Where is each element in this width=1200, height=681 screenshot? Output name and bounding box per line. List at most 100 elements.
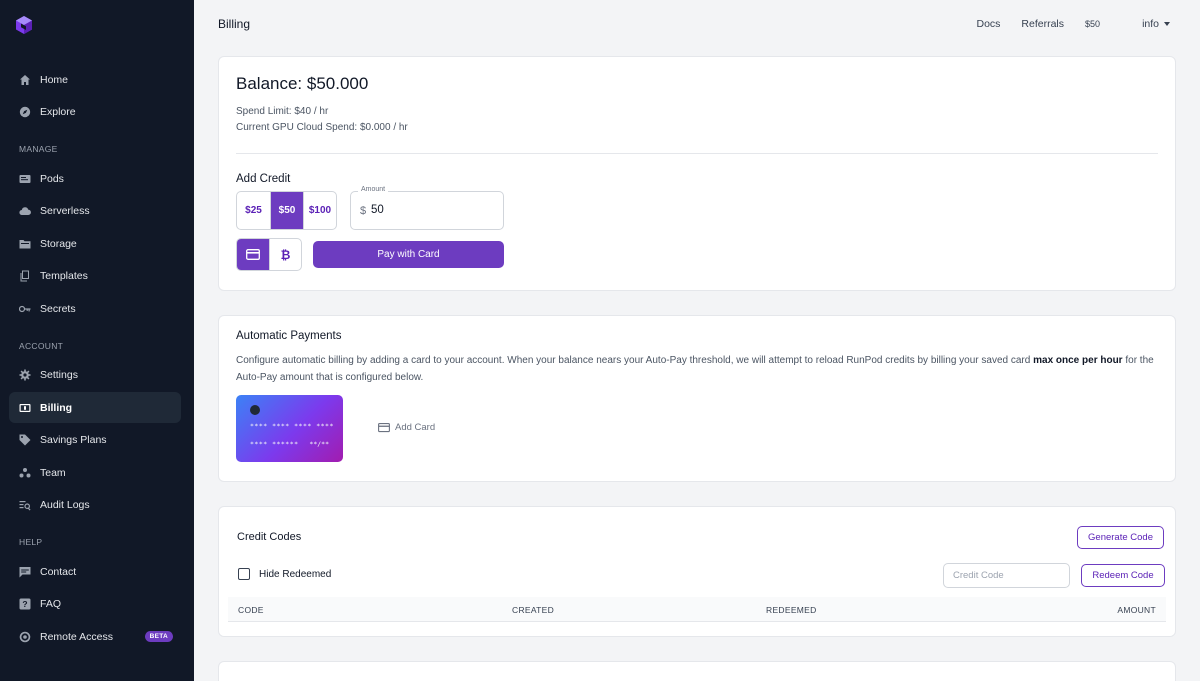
crypto-method-button[interactable]: ₿ bbox=[269, 239, 301, 270]
sidebar-item-explore[interactable]: Explore bbox=[9, 97, 181, 128]
home-icon bbox=[19, 74, 31, 86]
tag-icon bbox=[19, 434, 31, 446]
redeem-code-button[interactable]: Redeem Code bbox=[1081, 564, 1165, 587]
contactless-icon bbox=[250, 405, 260, 415]
sidebar-item-label: Templates bbox=[40, 270, 88, 282]
sidebar-item-label: Team bbox=[40, 466, 66, 479]
chevron-down-icon bbox=[1164, 22, 1170, 27]
folder-icon bbox=[19, 238, 31, 250]
balance-amount: Balance: $50.000 bbox=[236, 74, 369, 93]
sidebar-item-home[interactable]: Home bbox=[9, 64, 181, 95]
chat-icon bbox=[19, 566, 31, 578]
globe-icon bbox=[19, 631, 31, 643]
automatic-payments-description: Configure automatic billing by adding a … bbox=[236, 352, 1156, 386]
sidebar-item-templates[interactable]: Templates bbox=[9, 261, 181, 292]
sidebar-section-manage: MANAGE bbox=[19, 144, 58, 154]
card-number: **** **** **** **** bbox=[250, 422, 334, 430]
add-card-icon bbox=[378, 422, 390, 432]
column-header-amount: AMOUNT bbox=[1117, 605, 1156, 615]
balance-indicator[interactable]: $50 bbox=[1085, 19, 1100, 29]
amount-label: Amount bbox=[358, 186, 389, 193]
next-card bbox=[218, 661, 1176, 681]
sidebar-item-storage[interactable]: Storage bbox=[9, 228, 181, 259]
sidebar-item-label: Storage bbox=[40, 237, 77, 250]
beta-badge: BETA bbox=[144, 631, 173, 642]
billing-icon bbox=[19, 402, 31, 414]
add-card-label: Add Card bbox=[395, 422, 436, 433]
template-icon bbox=[19, 270, 31, 282]
description-text: Configure automatic billing by adding a … bbox=[236, 355, 1034, 366]
user-menu[interactable]: info bbox=[1121, 18, 1170, 30]
sidebar-item-serverless[interactable]: Serverless bbox=[9, 196, 181, 227]
sidebar-item-billing[interactable]: Billing bbox=[9, 392, 181, 423]
sidebar-item-savings-plans[interactable]: Savings Plans bbox=[9, 425, 181, 456]
credit-codes-card: Credit Codes Generate Code Hide Redeemed… bbox=[218, 506, 1176, 637]
sidebar-item-secrets[interactable]: Secrets bbox=[9, 293, 181, 324]
sidebar-item-label: Explore bbox=[40, 106, 76, 118]
column-header-code: CODE bbox=[238, 605, 264, 615]
cloud-icon bbox=[19, 205, 31, 217]
sidebar-item-label: Billing bbox=[40, 401, 73, 414]
divider bbox=[236, 153, 1158, 154]
hide-redeemed-label: Hide Redeemed bbox=[259, 568, 332, 580]
description-emphasis: max once per hour bbox=[1033, 355, 1123, 366]
question-icon: ? bbox=[19, 598, 31, 610]
sidebar-item-label: Serverless bbox=[40, 205, 90, 217]
gpu-cloud-spend: Current GPU Cloud Spend: $0.000 / hr bbox=[236, 122, 408, 133]
sidebar-section-account: ACCOUNT bbox=[19, 340, 64, 351]
sidebar-item-label: Audit Logs bbox=[40, 499, 90, 511]
column-header-created: CREATED bbox=[512, 605, 555, 615]
amount-options: $25 $50 $100 bbox=[236, 191, 337, 230]
sidebar: Home Explore MANAGE Pods Serverless Stor… bbox=[0, 0, 194, 681]
sidebar-item-team[interactable]: Team bbox=[9, 457, 181, 488]
sidebar-nav: Home Explore MANAGE Pods Serverless Stor… bbox=[9, 64, 181, 654]
sidebar-item-label: Secrets bbox=[40, 302, 76, 315]
sidebar-item-label: Savings Plans bbox=[40, 434, 107, 446]
sidebar-item-pods[interactable]: Pods bbox=[9, 163, 181, 194]
payment-method-toggle: ₿ bbox=[236, 238, 302, 271]
credit-codes-table-header: CODE CREATED REDEEMED AMOUNT bbox=[228, 597, 1166, 622]
sidebar-item-label: Settings bbox=[40, 369, 78, 381]
team-icon bbox=[19, 467, 31, 479]
pay-with-card-button[interactable]: Pay with Card bbox=[313, 241, 504, 268]
sidebar-item-audit-logs[interactable]: Audit Logs bbox=[9, 490, 181, 521]
sidebar-item-remote-access[interactable]: Remote Access BETA bbox=[9, 621, 181, 652]
spend-info: Spend Limit: $40 / hr Current GPU Cloud … bbox=[236, 104, 408, 136]
automatic-payments-title: Automatic Payments bbox=[236, 330, 342, 342]
hide-redeemed-checkbox[interactable] bbox=[238, 568, 250, 580]
audit-icon bbox=[19, 499, 31, 511]
balance-card: Balance: $50.000 Spend Limit: $40 / hr C… bbox=[218, 56, 1176, 291]
sidebar-section-help: HELP bbox=[19, 537, 43, 547]
amount-input[interactable]: Amount $ 50 bbox=[350, 186, 504, 230]
top-nav: Docs Referrals $50 info bbox=[955, 18, 1170, 30]
spend-limit: Spend Limit: $40 / hr bbox=[236, 106, 329, 117]
amount-100-button[interactable]: $100 bbox=[303, 192, 336, 229]
sidebar-item-label: Home bbox=[40, 73, 69, 86]
sidebar-item-contact[interactable]: Contact bbox=[9, 556, 181, 587]
topbar: Billing Docs Referrals $50 info bbox=[194, 0, 1200, 48]
column-header-redeemed: REDEEMED bbox=[766, 605, 817, 615]
amount-50-button[interactable]: $50 bbox=[270, 192, 303, 229]
sidebar-item-label: FAQ bbox=[40, 598, 62, 610]
hide-redeemed-toggle[interactable]: Hide Redeemed bbox=[238, 568, 331, 580]
credit-code-input[interactable] bbox=[943, 563, 1070, 588]
generate-code-button[interactable]: Generate Code bbox=[1077, 526, 1164, 549]
add-card-button[interactable]: Add Card bbox=[378, 422, 435, 433]
sidebar-item-faq[interactable]: ? FAQ bbox=[9, 589, 181, 620]
amount-value: 50 bbox=[371, 204, 384, 216]
runpod-logo-icon[interactable] bbox=[14, 15, 34, 35]
credit-card-icon bbox=[246, 249, 260, 260]
docs-link[interactable]: Docs bbox=[976, 18, 1000, 30]
sidebar-item-settings[interactable]: Settings bbox=[9, 360, 181, 391]
sidebar-item-label: Contact bbox=[40, 565, 77, 578]
referrals-link[interactable]: Referrals bbox=[1021, 18, 1064, 30]
key-icon bbox=[19, 303, 31, 315]
card-method-button[interactable] bbox=[237, 239, 269, 270]
amount-25-button[interactable]: $25 bbox=[237, 192, 270, 229]
add-credit-title: Add Credit bbox=[236, 173, 291, 185]
sidebar-item-label: Remote Access bbox=[40, 630, 113, 643]
compass-icon bbox=[19, 106, 31, 118]
credit-codes-title: Credit Codes bbox=[237, 531, 302, 543]
saved-card[interactable]: **** **** **** **** **** ****** **/** bbox=[236, 395, 343, 462]
card-expiry: **/** bbox=[309, 440, 329, 448]
